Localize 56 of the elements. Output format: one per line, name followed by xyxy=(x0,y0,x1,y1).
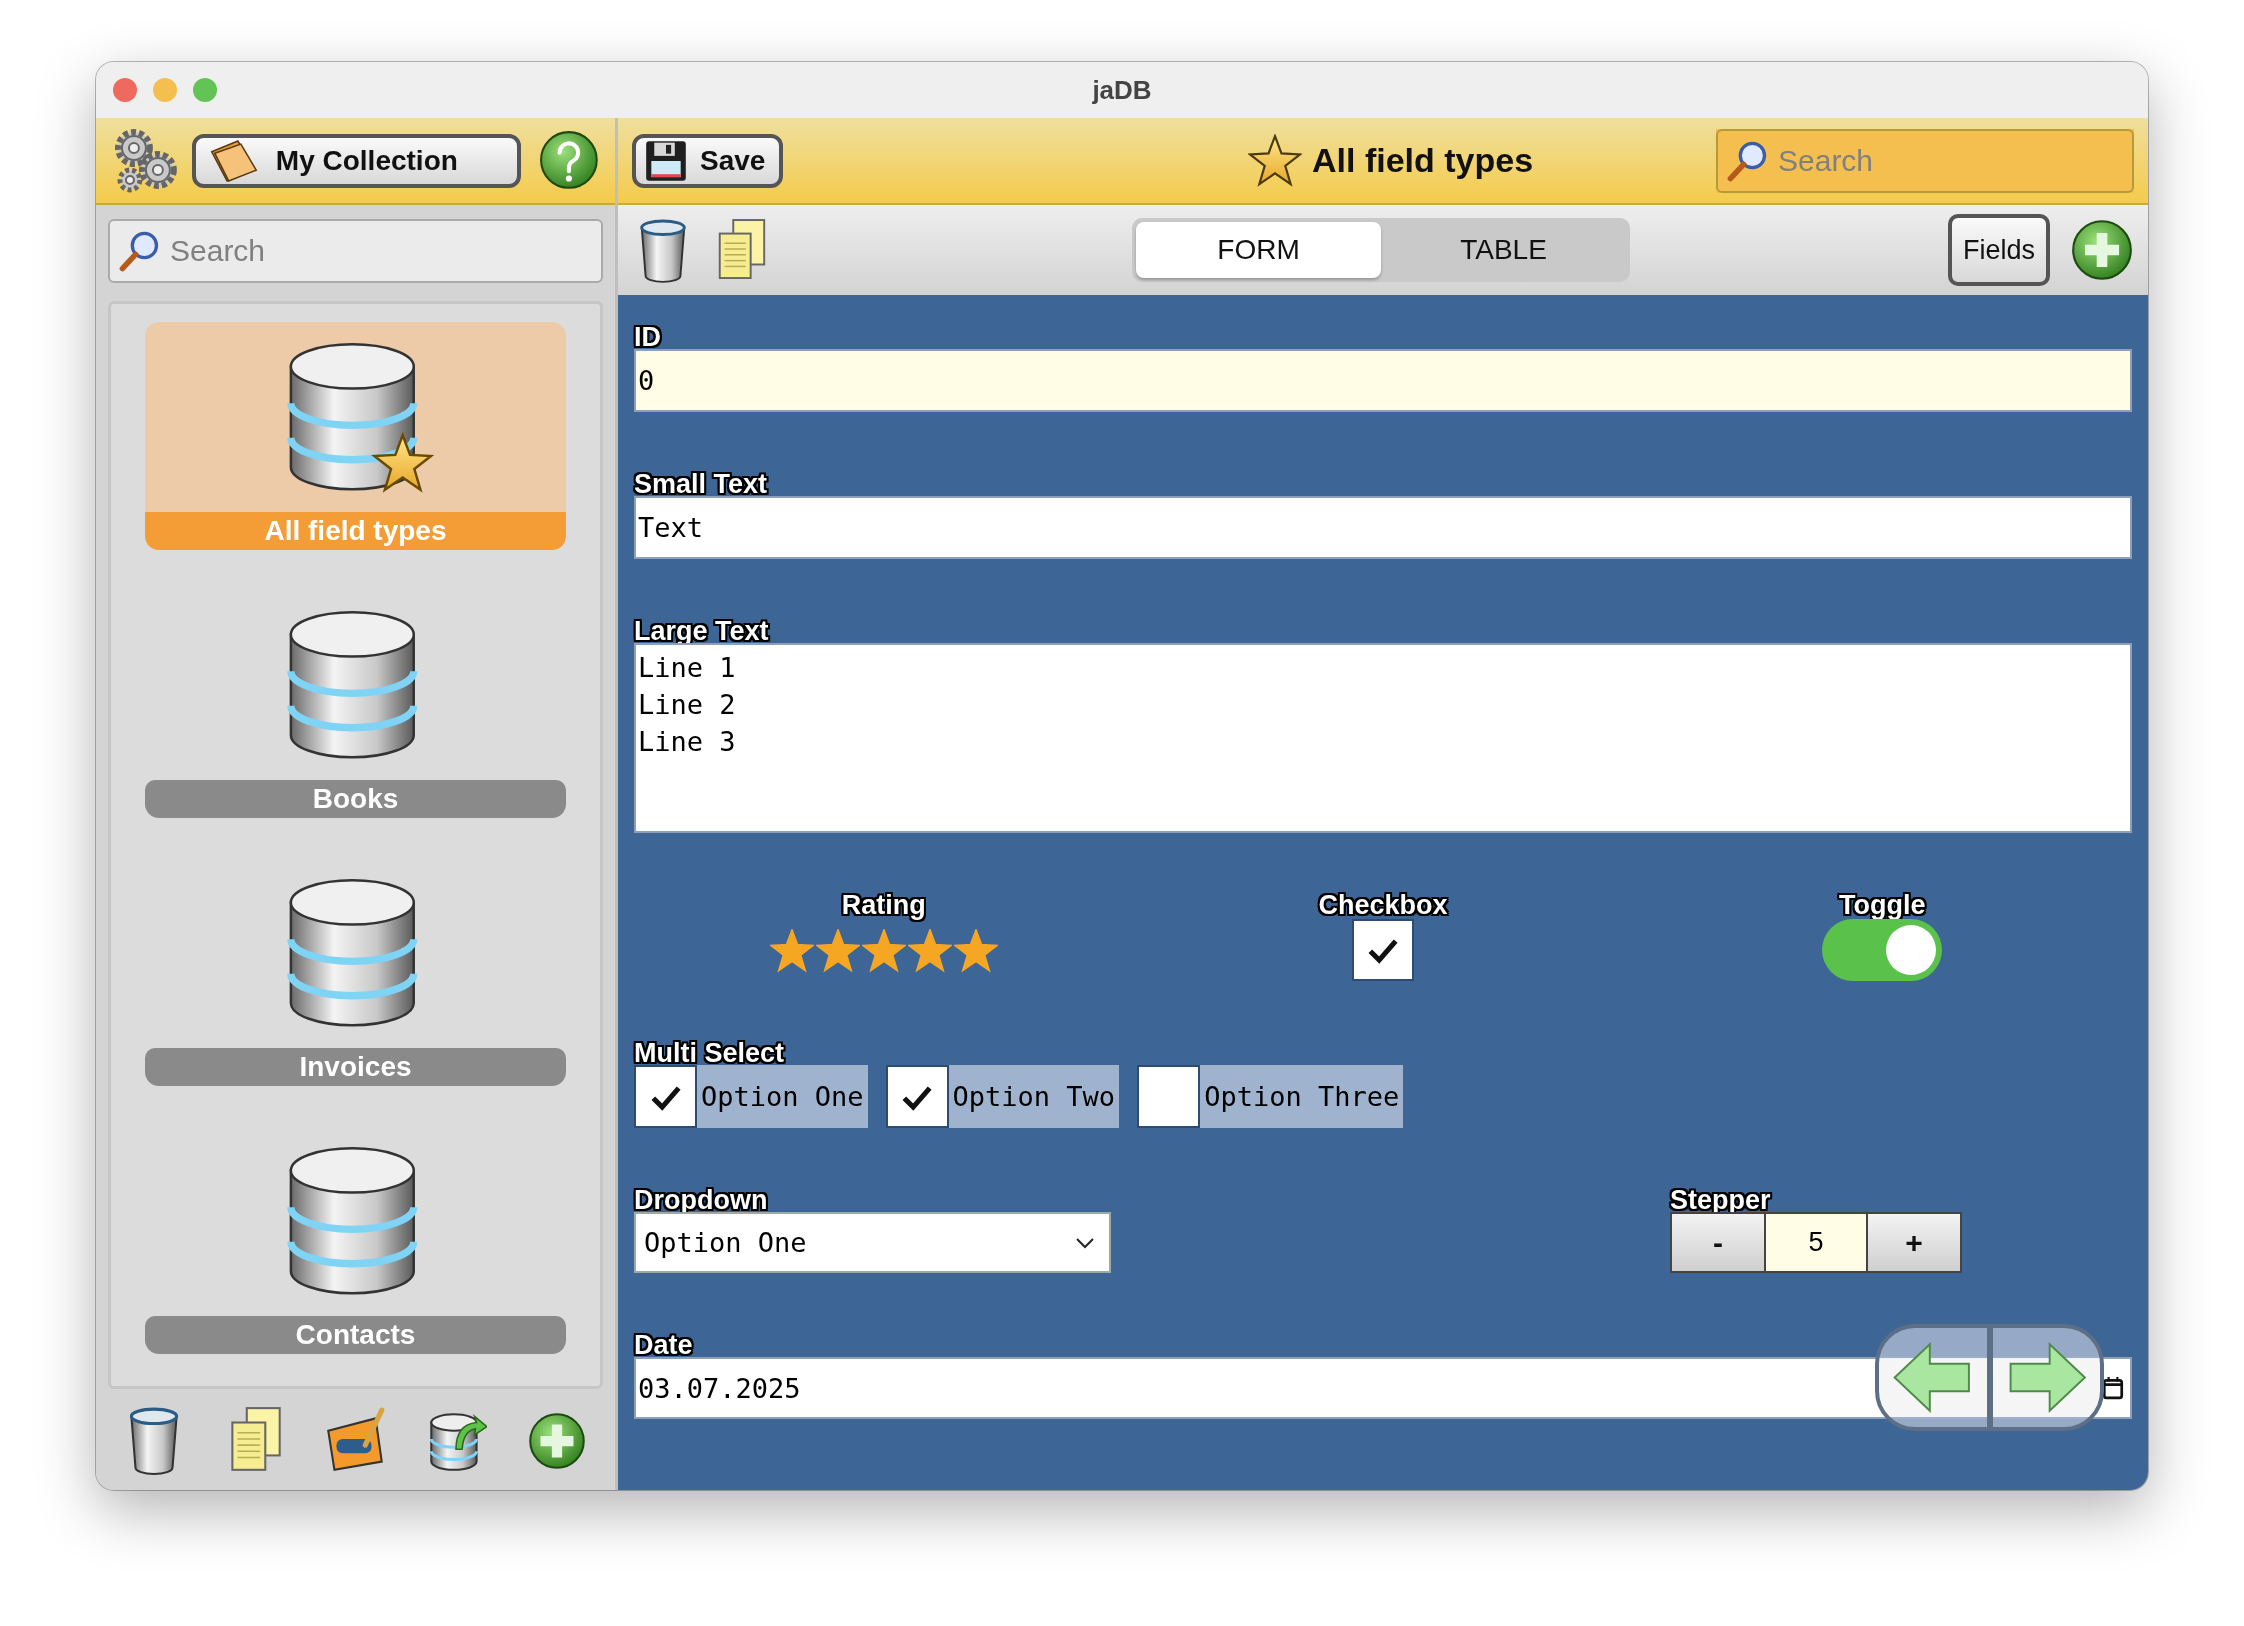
multi-select-option[interactable]: Option One xyxy=(634,1065,868,1128)
star-icon xyxy=(907,929,952,973)
checkbox[interactable] xyxy=(885,1065,949,1128)
database-label: Contacts xyxy=(145,1316,566,1354)
field-label: Dropdown xyxy=(634,1188,769,1212)
checkbox[interactable] xyxy=(1137,1065,1201,1128)
collection-search-field[interactable]: Search xyxy=(108,219,603,283)
stepper-value[interactable]: 5 xyxy=(1766,1212,1866,1273)
fields-button[interactable]: Fields xyxy=(1948,214,2050,286)
increment-button[interactable]: + xyxy=(1866,1212,1962,1273)
help-icon[interactable] xyxy=(539,129,601,192)
option-label: Option One xyxy=(700,1080,865,1114)
read-only-field[interactable]: 0 xyxy=(634,349,2132,412)
database-label: Books xyxy=(145,780,566,818)
star-icon xyxy=(861,929,906,973)
input-field[interactable]: Text xyxy=(634,496,2132,559)
option-label: Option Three xyxy=(1203,1080,1401,1114)
database-label: All field types xyxy=(145,512,566,550)
database-label: Invoices xyxy=(145,1048,566,1086)
option-label: Option Two xyxy=(951,1080,1117,1114)
calendar-icon[interactable] xyxy=(2102,1376,2124,1400)
close-button[interactable] xyxy=(113,78,137,102)
collection-title: All field types xyxy=(1312,141,1534,180)
field-label: Large Text xyxy=(634,619,770,643)
collection-button[interactable]: My Collection xyxy=(191,133,522,188)
add-icon[interactable] xyxy=(2070,218,2134,282)
star-icon xyxy=(953,929,998,973)
star-rating[interactable] xyxy=(769,929,998,973)
dropdown-value: Option One xyxy=(644,1227,808,1258)
star-icon xyxy=(1248,133,1302,188)
date-value: 03.07.2025 xyxy=(638,1372,802,1404)
text-line: Line 1 xyxy=(638,651,737,685)
dropdown[interactable]: Option One xyxy=(634,1212,1111,1273)
field-label: Small Text xyxy=(634,472,769,496)
field-label: Multi Select xyxy=(634,1041,786,1065)
star-icon xyxy=(769,929,814,973)
chevron-down-icon xyxy=(1075,1236,1095,1249)
star-icon xyxy=(815,929,860,973)
field-label: Date xyxy=(634,1333,694,1357)
decrement-button[interactable]: - xyxy=(1670,1212,1766,1273)
text-line: Line 2 xyxy=(638,688,737,722)
text-line: Line 3 xyxy=(638,725,737,759)
view-tab[interactable]: FORM xyxy=(1136,222,1381,278)
field-label: ID xyxy=(634,325,662,349)
field-label: Toggle xyxy=(1839,893,1926,917)
view-tab[interactable]: TABLE xyxy=(1381,222,1626,278)
record-search-field[interactable]: Search xyxy=(1716,128,2134,193)
multi-select-option[interactable]: Option Two xyxy=(885,1065,1120,1128)
multi-select-option[interactable]: Option Three xyxy=(1137,1065,1404,1128)
save-button[interactable]: Save xyxy=(632,133,784,188)
checkbox[interactable] xyxy=(634,1065,697,1128)
checkbox[interactable] xyxy=(1352,919,1414,981)
field-label: Stepper xyxy=(1670,1188,1772,1212)
text-area[interactable]: Line 1 Line 2 Line 3 xyxy=(634,643,2132,833)
field-label: Checkbox xyxy=(1318,893,1448,917)
window-title: jaDB xyxy=(1092,74,1152,106)
